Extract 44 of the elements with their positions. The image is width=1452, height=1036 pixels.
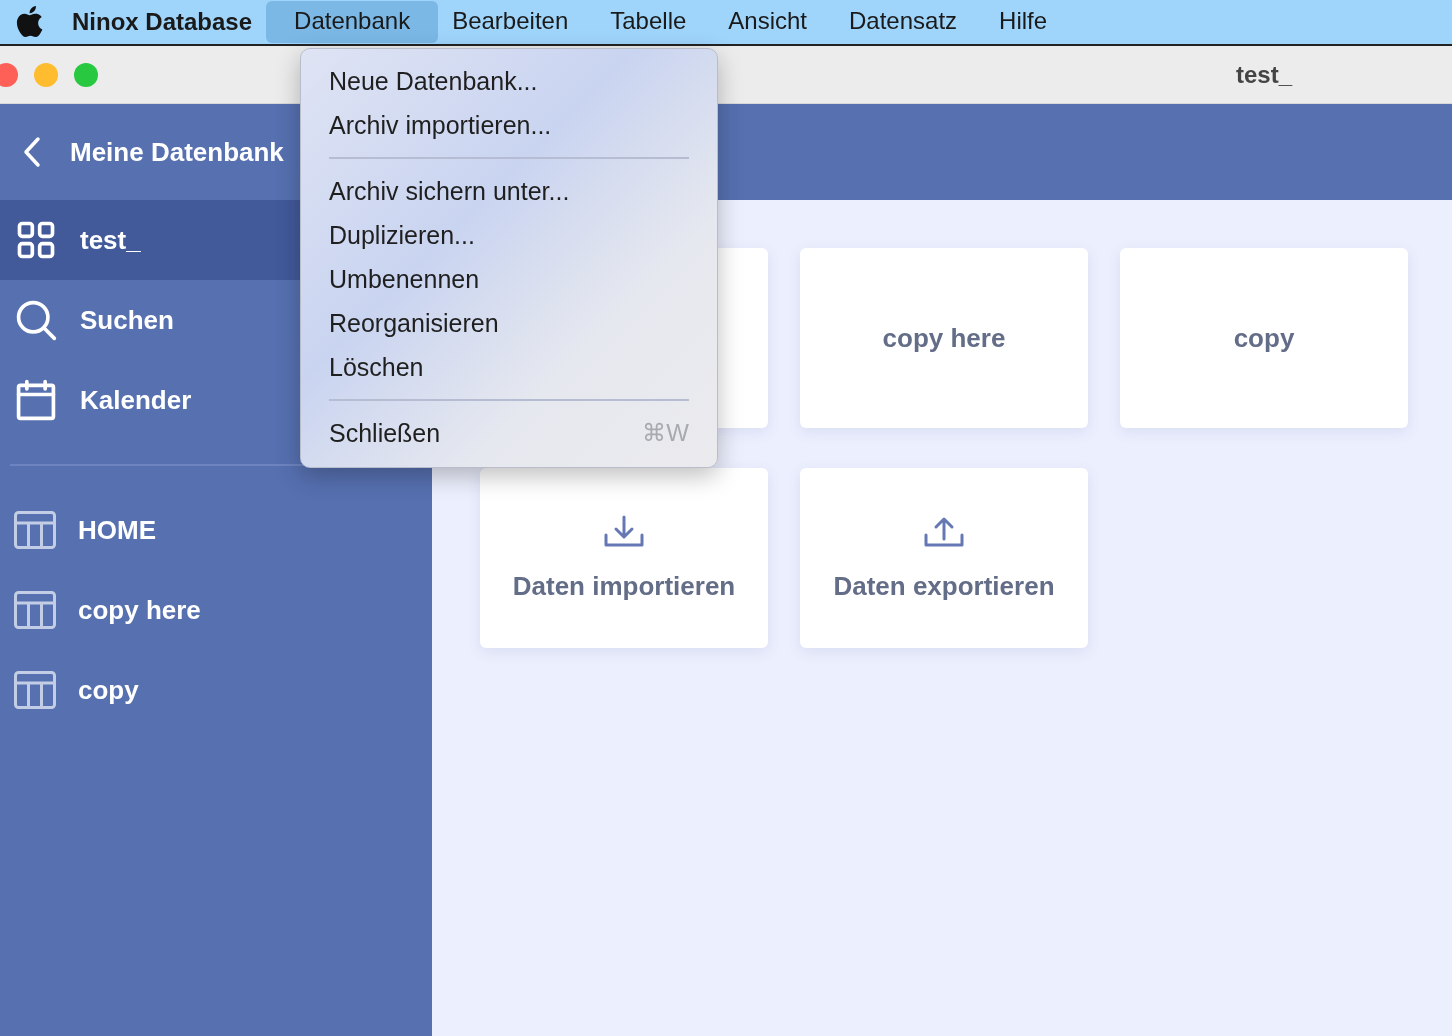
close-button[interactable] [0,62,18,87]
menu-item-label: Löschen [329,352,424,382]
card-label: copy [1233,322,1295,354]
apple-logo-icon[interactable] [16,6,44,38]
table-icon [14,591,56,629]
menu-item-label: Archiv importieren... [329,110,552,140]
download-icon [604,514,644,549]
menu-bar-item[interactable]: Datenbank [266,1,439,43]
action-card[interactable]: Daten exportieren [800,468,1088,648]
table-item[interactable]: copy [0,650,432,730]
menu-item[interactable]: Reorganisieren [329,301,689,345]
sidebar-item-label: Kalender [80,384,192,416]
menu-item[interactable]: Archiv importieren... [329,103,689,147]
card-label: Daten importieren [512,570,736,602]
table-card[interactable]: copy [1120,248,1408,428]
zoom-button[interactable] [74,62,98,87]
action-card[interactable]: Daten importieren [480,468,768,648]
sidebar-item-label: Suchen [80,304,174,336]
sidebar-item-label: test_ [80,224,141,256]
shortcut-label: ⌘W [642,419,689,447]
menu-item[interactable]: Neue Datenbank... [329,59,689,103]
menu-item-label: Neue Datenbank... [329,66,538,96]
table-item-label: HOME [78,514,156,546]
table-item-label: copy here [78,594,201,626]
table-icon [14,671,56,709]
minimize-button[interactable] [34,62,58,87]
table-item[interactable]: copy here [0,570,432,650]
search-icon [14,298,58,342]
table-icon [14,511,56,549]
table-card[interactable]: copy here [800,248,1088,428]
calendar-icon [14,378,58,422]
card-label: copy here [882,322,1006,354]
back-button[interactable] [22,136,42,168]
menu-item-label: Reorganisieren [329,308,499,338]
menu-item[interactable]: Schließen ⌘W [329,411,689,455]
menu-item[interactable]: Löschen [329,345,689,389]
card-label: Daten exportieren [833,570,1055,602]
app-name[interactable]: Ninox Database [72,8,253,36]
table-item-label: copy [78,674,139,706]
menu-item-label: Schließen [329,418,441,448]
window-title: test_ [1235,60,1292,89]
database-name: Meine Datenbank [70,136,284,168]
chevron-left-icon [22,136,42,168]
table-item[interactable]: HOME [0,490,432,570]
